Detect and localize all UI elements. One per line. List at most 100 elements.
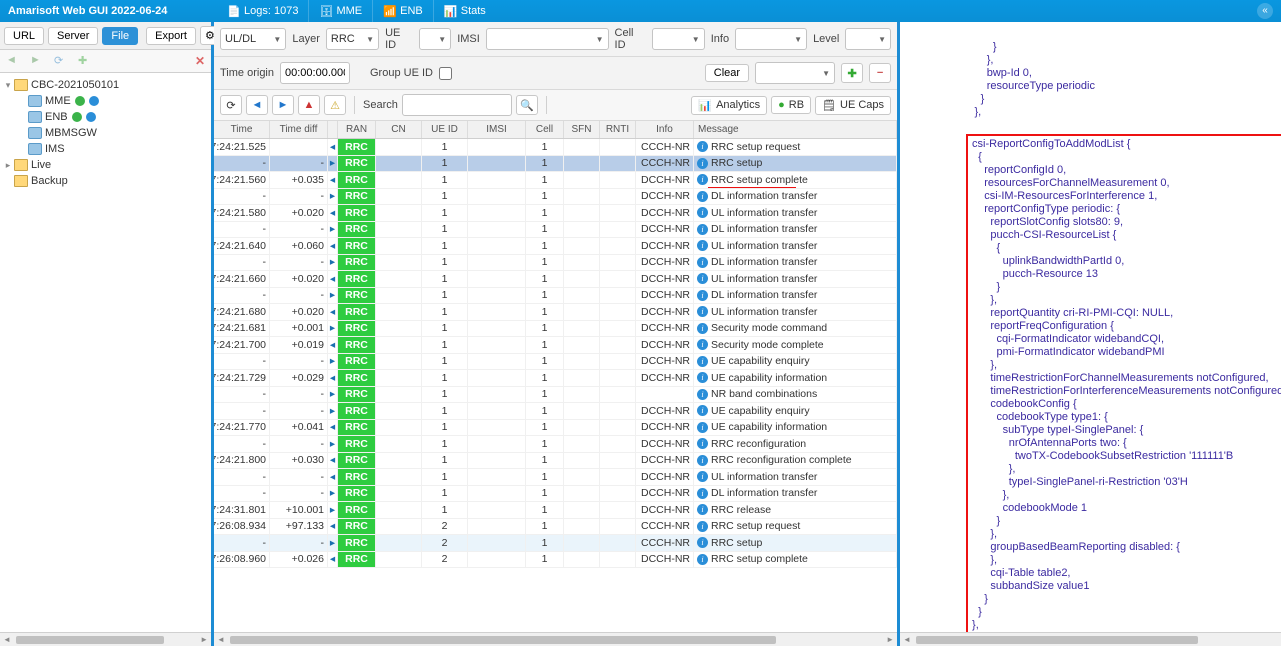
col-rnti[interactable]: RNTI: [600, 121, 636, 138]
level-combo[interactable]: ▼: [845, 28, 891, 50]
add-icon[interactable]: ✚: [78, 54, 92, 68]
table-row[interactable]: 17:24:21.660+0.020◂RRC11DCCH-NRiUL infor…: [214, 271, 897, 288]
table-row[interactable]: --▸RRC11DCCH-NRiDL information transfer: [214, 189, 897, 206]
clear-button[interactable]: Clear: [705, 64, 749, 82]
tree-item-ims[interactable]: IMS: [2, 141, 209, 157]
rb-button[interactable]: ●RB: [771, 96, 811, 114]
nav-next-icon[interactable]: ►: [272, 95, 294, 115]
cell-cell: 1: [526, 238, 564, 254]
table-row[interactable]: 17:24:21.681+0.001▸RRC11DCCH-NRiSecurity…: [214, 321, 897, 338]
table-row[interactable]: 17:24:31.801+10.001▸RRC11DCCH-NRiRRC rel…: [214, 502, 897, 519]
tree-live[interactable]: ▸Live: [2, 157, 209, 173]
server-button[interactable]: Server: [48, 27, 98, 45]
tree-item-enb[interactable]: ENB: [2, 109, 209, 125]
remove-filter-icon[interactable]: −: [869, 63, 891, 83]
clear-combo[interactable]: ▼: [755, 62, 835, 84]
cell-cell: 1: [526, 469, 564, 485]
tab-enb[interactable]: 📶ENB: [372, 0, 433, 22]
table-row[interactable]: 17:24:21.770+0.041◂RRC11DCCH-NRiUE capab…: [214, 420, 897, 437]
table-row[interactable]: 17:24:21.580+0.020◂RRC11DCCH-NRiUL infor…: [214, 205, 897, 222]
col-imsi[interactable]: IMSI: [468, 121, 526, 138]
direction-icon: ◂: [328, 271, 338, 287]
table-row[interactable]: --▸RRC11DCCH-NRiDL information transfer: [214, 486, 897, 503]
uldl-combo[interactable]: UL/DL▼: [220, 28, 286, 50]
separator: [546, 96, 547, 114]
col-tdiff[interactable]: Time diff: [270, 121, 328, 138]
table-row[interactable]: --▸RRC11CCCH-NRiRRC setup: [214, 156, 897, 173]
collapse-left-icon[interactable]: «: [1257, 3, 1273, 19]
analytics-button[interactable]: 📊Analytics: [691, 96, 767, 115]
time-origin-input[interactable]: [280, 62, 350, 84]
cell-cell: 1: [526, 453, 564, 469]
direction-icon: ◂: [328, 453, 338, 469]
col-cell[interactable]: Cell: [526, 121, 564, 138]
col-sfn[interactable]: SFN: [564, 121, 600, 138]
cell-sfn: [564, 205, 600, 221]
refresh-icon[interactable]: ⟳: [54, 54, 68, 68]
cellid-combo[interactable]: ▼: [652, 28, 705, 50]
table-row[interactable]: --▸RRC11DCCH-NRiRRC reconfiguration: [214, 436, 897, 453]
grid-body[interactable]: 17:24:21.525◂RRC11CCCH-NRiRRC setup requ…: [214, 139, 897, 632]
tab-mme[interactable]: 🗄MME: [308, 0, 372, 22]
cell-ue: 1: [422, 486, 468, 502]
info-combo[interactable]: ▼: [735, 28, 807, 50]
table-row[interactable]: 17:24:21.640+0.060◂RRC11DCCH-NRiUL infor…: [214, 238, 897, 255]
table-row[interactable]: 17:24:21.800+0.030◂RRC11DCCH-NRiRRC reco…: [214, 453, 897, 470]
table-row[interactable]: --▸RRC11DCCH-NRiDL information transfer: [214, 222, 897, 239]
table-row[interactable]: --▸RRC11iNR band combinations: [214, 387, 897, 404]
message-detail[interactable]: } }, bwp-Id 0, resourceType periodic } }…: [900, 22, 1281, 632]
table-row[interactable]: 17:24:21.525◂RRC11CCCH-NRiRRC setup requ…: [214, 139, 897, 156]
table-row[interactable]: 17:24:21.729+0.029◂RRC11DCCH-NRiUE capab…: [214, 370, 897, 387]
table-row[interactable]: --▸RRC11DCCH-NRiUE capability enquiry: [214, 354, 897, 371]
tree-item-label: MME: [45, 95, 71, 107]
table-row[interactable]: --▸RRC21CCCH-NRiRRC setup: [214, 535, 897, 552]
table-row[interactable]: --▸RRC11DCCH-NRiDL information transfer: [214, 255, 897, 272]
alert-icon[interactable]: ⚠: [324, 95, 346, 115]
uecaps-button[interactable]: 🗒UE Caps: [815, 96, 891, 115]
table-row[interactable]: 17:26:08.960+0.026◂RRC21DCCH-NRiRRC setu…: [214, 552, 897, 569]
tree-item-mme[interactable]: MME: [2, 93, 209, 109]
refresh-icon[interactable]: ⟳: [220, 95, 242, 115]
add-filter-icon[interactable]: ✚: [841, 63, 863, 83]
close-icon[interactable]: ✕: [195, 54, 205, 68]
cell-msg: iRRC reconfiguration: [694, 436, 897, 452]
search-icon[interactable]: 🔍: [516, 95, 538, 115]
group-ue-checkbox[interactable]: [439, 67, 452, 80]
search-input[interactable]: [402, 94, 512, 116]
table-row[interactable]: --▸RRC11DCCH-NRiUE capability enquiry: [214, 403, 897, 420]
right-arrow-icon[interactable]: ►: [30, 54, 44, 68]
table-row[interactable]: 17:24:21.560+0.035◂RRC11DCCH-NRiRRC setu…: [214, 172, 897, 189]
table-row[interactable]: 17:26:08.934+97.133◂RRC21CCCH-NRiRRC set…: [214, 519, 897, 536]
tree-root[interactable]: ▾CBC-2021050101: [2, 77, 209, 93]
tree-item-mbmsgw[interactable]: MBMSGW: [2, 125, 209, 141]
ueid-combo[interactable]: ▼: [419, 28, 452, 50]
cell-info: DCCH-NR: [636, 403, 694, 419]
nav-prev-icon[interactable]: ◄: [246, 95, 268, 115]
imsi-combo[interactable]: ▼: [486, 28, 609, 50]
tab-logs[interactable]: 📄Logs: 1073: [217, 0, 308, 22]
col-ue[interactable]: UE ID: [422, 121, 468, 138]
right-scrollbar-h[interactable]: ◄►: [900, 632, 1281, 646]
file-button[interactable]: File: [102, 27, 138, 45]
tree-item-label: ENB: [45, 111, 68, 123]
tab-stats[interactable]: 📊Stats: [433, 0, 496, 22]
url-button[interactable]: URL: [4, 27, 44, 45]
cell-ue: 1: [422, 370, 468, 386]
table-row[interactable]: 17:24:21.680+0.020◂RRC11DCCH-NRiUL infor…: [214, 304, 897, 321]
layer-combo[interactable]: RRC▼: [326, 28, 379, 50]
table-row[interactable]: --▸RRC11DCCH-NRiDL information transfer: [214, 288, 897, 305]
table-row[interactable]: --◂RRC11DCCH-NRiUL information transfer: [214, 469, 897, 486]
center-scrollbar-h[interactable]: ◄►: [214, 632, 897, 646]
cell-sfn: [564, 436, 600, 452]
col-time[interactable]: Time: [214, 121, 270, 138]
warning-icon[interactable]: ▲: [298, 95, 320, 115]
tree-backup[interactable]: Backup: [2, 173, 209, 189]
export-button[interactable]: Export: [146, 27, 196, 45]
col-cn[interactable]: CN: [376, 121, 422, 138]
left-arrow-icon[interactable]: ◄: [6, 54, 20, 68]
col-ran[interactable]: RAN: [338, 121, 376, 138]
left-scrollbar-h[interactable]: ◄►: [0, 632, 211, 646]
col-msg[interactable]: Message: [694, 121, 897, 138]
table-row[interactable]: 17:24:21.700+0.019◂RRC11DCCH-NRiSecurity…: [214, 337, 897, 354]
col-info[interactable]: Info: [636, 121, 694, 138]
